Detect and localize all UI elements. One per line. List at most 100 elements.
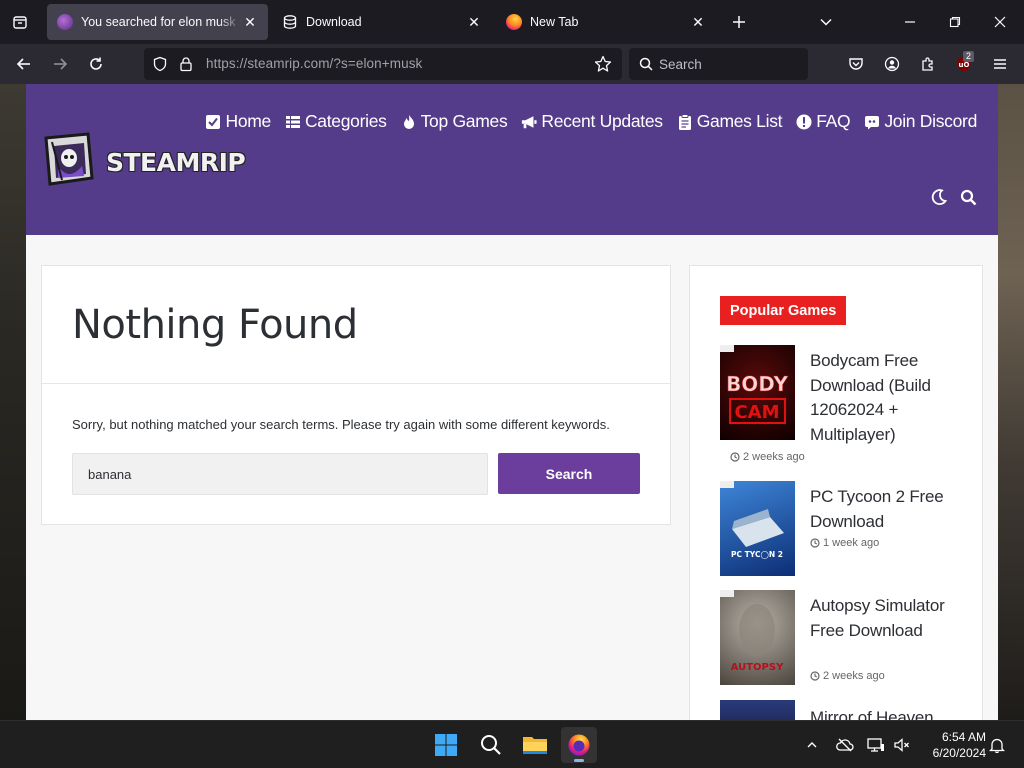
steamrip-favicon [57,14,73,30]
close-tab-icon[interactable]: ✕ [690,14,706,30]
nav-label: FAQ [816,111,851,131]
bookmark-star-icon[interactable] [594,55,612,73]
svg-text:PC TYC◯N 2: PC TYC◯N 2 [731,550,783,559]
post-date: 2 weeks ago [810,670,885,682]
extension-badge: 2 [963,51,975,62]
post-thumbnail[interactable]: BODY CAM [720,345,795,440]
post-title[interactable]: Mirror of Heaven [810,706,960,720]
clipboard-icon [677,113,693,130]
firefox-favicon [506,14,522,30]
tab-new-tab[interactable]: New Tab ✕ [496,4,716,40]
tab-strip: You searched for elon musk » S ✕ Downloa… [0,0,1024,44]
close-icon [994,16,1006,28]
search-input[interactable]: banana [72,453,488,495]
nav-join-discord[interactable]: Join Discord [864,111,977,132]
page-title: Nothing Found [72,302,358,348]
popular-post[interactable]: AUTOPSY Autopsy Simulator Free Download … [720,590,960,690]
nav-top-games[interactable]: Top Games [401,111,508,132]
start-button[interactable] [428,727,464,763]
post-thumbnail[interactable] [720,700,795,720]
megaphone-icon [521,114,537,130]
post-title[interactable]: Bodycam Free Download (Build 12062024 + … [810,349,960,447]
nav-label: Recent Updates [541,111,663,131]
plus-icon [733,16,745,28]
nav-faq[interactable]: FAQ [796,111,851,132]
close-tab-icon[interactable]: ✕ [466,14,482,30]
popular-post[interactable]: Mirror of Heaven [720,700,960,720]
reload-icon [90,57,102,70]
dark-mode-toggle[interactable] [929,187,949,207]
forward-button[interactable] [44,48,76,80]
back-button[interactable] [8,48,40,80]
info-icon [796,114,812,130]
show-hidden-icons-button[interactable] [802,735,822,755]
tab-download[interactable]: Download ✕ [272,4,492,40]
search-results-box: Nothing Found Sorry, but nothing matched… [41,265,671,525]
search-input-value: banana [88,466,132,482]
background-artwork-right [998,84,1024,720]
network-icon [867,738,884,752]
tab-title: New Tab [530,15,579,29]
post-thumbnail[interactable]: PC TYC◯N 2 [720,481,795,576]
tab-search-results[interactable]: You searched for elon musk » S ✕ [47,4,268,40]
navigation-toolbar: https://steamrip.com/?s=elon+musk Search… [0,44,1024,84]
nav-label: Join Discord [884,111,977,131]
pocket-button[interactable] [840,48,872,80]
restore-button[interactable] [937,4,973,40]
search-bar[interactable]: Search [629,48,808,80]
list-all-tabs-button[interactable] [808,4,844,40]
bodycam-cover-art: BODY CAM [720,345,789,424]
close-tab-icon[interactable]: ✕ [242,14,258,30]
url-bar[interactable]: https://steamrip.com/?s=elon+musk [144,48,622,80]
pc-tycoon-cover-art: PC TYC◯N 2 [720,481,784,559]
clock-icon [810,538,820,548]
site-logo[interactable]: STEAMRIP [40,132,246,188]
network-button[interactable] [866,735,886,755]
firefox-taskbar-button[interactable] [561,727,597,763]
nav-label: Categories [304,111,387,131]
shield-icon[interactable] [152,56,168,72]
post-title[interactable]: PC Tycoon 2 Free Download [810,485,960,534]
clock-icon [810,671,820,681]
notifications-button[interactable] [987,735,1007,755]
taskbar-search-button[interactable] [473,727,509,763]
menu-button[interactable] [984,48,1016,80]
account-button[interactable] [876,48,908,80]
nav-recent-updates[interactable]: Recent Updates [521,111,663,132]
header-search-button[interactable] [958,187,978,207]
new-tab-button[interactable] [721,4,757,40]
nav-home[interactable]: Home [205,111,271,132]
list-icon [285,114,301,130]
chevron-up-icon [807,742,817,748]
url-text[interactable]: https://steamrip.com/?s=elon+musk [206,56,422,71]
volume-button[interactable] [892,735,912,755]
firefox-view-icon [13,16,27,29]
lock-icon[interactable] [178,56,194,72]
extensions-button[interactable] [912,48,944,80]
url-host: https://steamrip.com [206,56,330,71]
post-date: 1 week ago [810,537,879,549]
nav-games-list[interactable]: Games List [677,111,783,132]
popular-post[interactable]: PC TYC◯N 2 PC Tycoon 2 Free Download 1 w… [720,481,960,581]
clock[interactable]: 6:54 AM 6/20/2024 [920,729,986,761]
nav-categories[interactable]: Categories [285,111,387,132]
volume-muted-icon [894,738,909,752]
svg-text:BODY: BODY [726,372,788,396]
ublock-button[interactable]: uO 2 [948,48,980,80]
popular-post[interactable]: BODY CAM Bodycam Free Download (Build 12… [720,345,960,470]
firefox-view-button[interactable] [0,0,40,44]
search-button[interactable]: Search [498,453,640,494]
logo-text: STEAMRIP [106,148,246,177]
cloud-tray-icon-button[interactable] [835,735,855,755]
widget-title: Popular Games [720,296,847,325]
file-explorer-button[interactable] [517,727,553,763]
minimize-button[interactable] [892,4,928,40]
sidebar: Popular Games BODY CAM Bodycam Free Down… [689,265,983,720]
svg-text:CAM: CAM [734,402,779,423]
reload-button[interactable] [80,48,112,80]
arrow-right-icon [54,58,68,70]
close-window-button[interactable] [982,4,1018,40]
windows-logo-icon [435,734,457,756]
post-thumbnail[interactable]: AUTOPSY [720,590,795,685]
post-title[interactable]: Autopsy Simulator Free Download [810,594,960,643]
